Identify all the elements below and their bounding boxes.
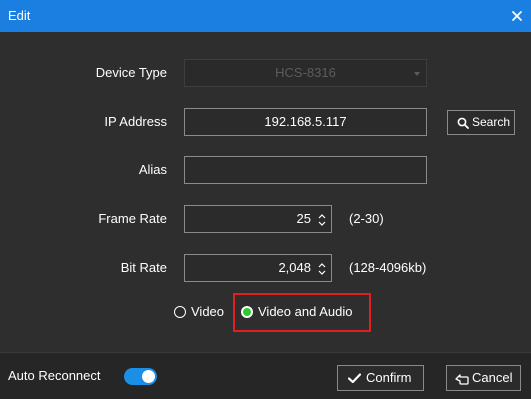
toggle-knob <box>142 370 155 383</box>
frame-rate-stepper[interactable]: 25 <box>184 205 332 233</box>
spin-arrows-icon[interactable] <box>317 211 327 227</box>
bit-rate-range: (128-4096kb) <box>349 260 427 275</box>
ip-address-label: IP Address <box>104 114 167 129</box>
frame-rate-range: (2-30) <box>349 211 384 226</box>
ip-address-value: 192.168.5.117 <box>264 114 347 129</box>
radio-video-label: Video <box>191 304 225 319</box>
bit-rate-value: 2,048 <box>278 260 311 275</box>
search-icon <box>457 117 469 129</box>
checkmark-icon <box>348 373 361 384</box>
alias-input[interactable] <box>184 156 427 184</box>
frame-rate-value: 25 <box>296 211 311 226</box>
bit-rate-label: Bit Rate <box>120 260 167 275</box>
ip-address-input[interactable]: 192.168.5.117 <box>184 108 427 136</box>
close-icon[interactable] <box>509 8 525 24</box>
frame-rate-label: Frame Rate <box>98 211 167 226</box>
highlight-box <box>233 293 371 332</box>
dialog-footer: Auto Reconnect Confirm Cancel <box>0 352 531 399</box>
device-type-select: HCS-8316 <box>184 59 427 87</box>
chevron-down-icon <box>414 72 420 76</box>
bit-rate-stepper[interactable]: 2,048 <box>184 254 332 282</box>
device-type-label: Device Type <box>95 65 167 80</box>
search-button[interactable]: Search <box>447 110 515 135</box>
spin-arrows-icon[interactable] <box>317 260 327 276</box>
hand-pointer-icon <box>455 374 469 385</box>
confirm-button-label: Confirm <box>366 370 412 385</box>
auto-reconnect-toggle[interactable] <box>124 368 157 385</box>
radio-circle-icon <box>174 306 186 318</box>
cancel-button-label: Cancel <box>472 370 513 385</box>
search-button-label: Search <box>472 115 511 129</box>
confirm-button[interactable]: Confirm <box>337 365 424 391</box>
dialog-title-bar: Edit <box>0 0 531 32</box>
auto-reconnect-label: Auto Reconnect <box>8 368 101 383</box>
device-type-value: HCS-8316 <box>275 65 336 80</box>
cancel-button[interactable]: Cancel <box>446 365 521 391</box>
dialog-title: Edit <box>8 8 31 23</box>
alias-label: Alias <box>138 162 167 177</box>
